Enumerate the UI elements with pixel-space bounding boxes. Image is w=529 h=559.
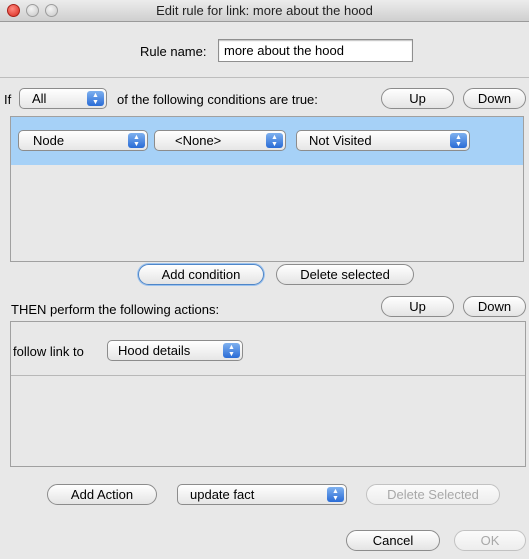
action-target-value: Hood details xyxy=(118,343,191,358)
delete-selected-action-button[interactable]: Delete Selected xyxy=(366,484,500,505)
actions-down-button[interactable]: Down xyxy=(463,296,526,317)
condition-state-value: Not Visited xyxy=(309,133,372,148)
popup-arrows-icon: ▲ ▼ xyxy=(450,133,467,148)
actions-list[interactable]: follow link to Hood details ▲ ▼ xyxy=(10,321,526,467)
if-label: If xyxy=(4,92,12,107)
match-mode-value: All xyxy=(32,91,47,106)
conditions-list[interactable]: Node ▲ ▼ <None> ▲ ▼ Not Visited ▲ ▼ xyxy=(10,116,524,262)
condition-type-select[interactable]: Node ▲ ▼ xyxy=(18,130,148,151)
ok-button[interactable]: OK xyxy=(454,530,526,551)
condition-target-value: <None> xyxy=(175,133,222,148)
rule-name-label: Rule name: xyxy=(140,44,207,59)
action-type-select[interactable]: update fact ▲ ▼ xyxy=(177,484,347,505)
actions-header-label: THEN perform the following actions: xyxy=(11,302,220,317)
condition-state-select[interactable]: Not Visited ▲ ▼ xyxy=(296,130,470,151)
popup-arrows-icon: ▲ ▼ xyxy=(87,91,104,106)
cancel-button[interactable]: Cancel xyxy=(346,530,440,551)
separator xyxy=(0,77,529,78)
action-target-select[interactable]: Hood details ▲ ▼ xyxy=(107,340,243,361)
popup-arrows-icon: ▲ ▼ xyxy=(128,133,145,148)
action-row-label: follow link to xyxy=(13,344,84,359)
condition-target-select[interactable]: <None> ▲ ▼ xyxy=(154,130,286,151)
add-action-button[interactable]: Add Action xyxy=(47,484,157,505)
conditions-down-button[interactable]: Down xyxy=(463,88,526,109)
action-row[interactable]: follow link to Hood details ▲ ▼ xyxy=(11,322,525,376)
actions-up-button[interactable]: Up xyxy=(381,296,454,317)
popup-arrows-icon: ▲ ▼ xyxy=(327,487,344,502)
title-bar: Edit rule for link: more about the hood xyxy=(0,0,529,22)
condition-type-value: Node xyxy=(33,133,65,148)
popup-arrows-icon: ▲ ▼ xyxy=(266,133,283,148)
delete-selected-condition-button[interactable]: Delete selected xyxy=(276,264,414,285)
conditions-up-button[interactable]: Up xyxy=(381,88,454,109)
window-title: Edit rule for link: more about the hood xyxy=(156,3,373,18)
condition-row-selected[interactable]: Node ▲ ▼ <None> ▲ ▼ Not Visited ▲ ▼ xyxy=(11,117,523,165)
action-type-value: update fact xyxy=(190,487,255,502)
match-mode-select[interactable]: All ▲ ▼ xyxy=(19,88,107,109)
popup-arrows-icon: ▲ ▼ xyxy=(223,343,240,358)
conditions-header-label: of the following conditions are true: xyxy=(117,92,318,107)
rule-name-input[interactable] xyxy=(218,39,413,62)
add-condition-button[interactable]: Add condition xyxy=(138,264,264,285)
